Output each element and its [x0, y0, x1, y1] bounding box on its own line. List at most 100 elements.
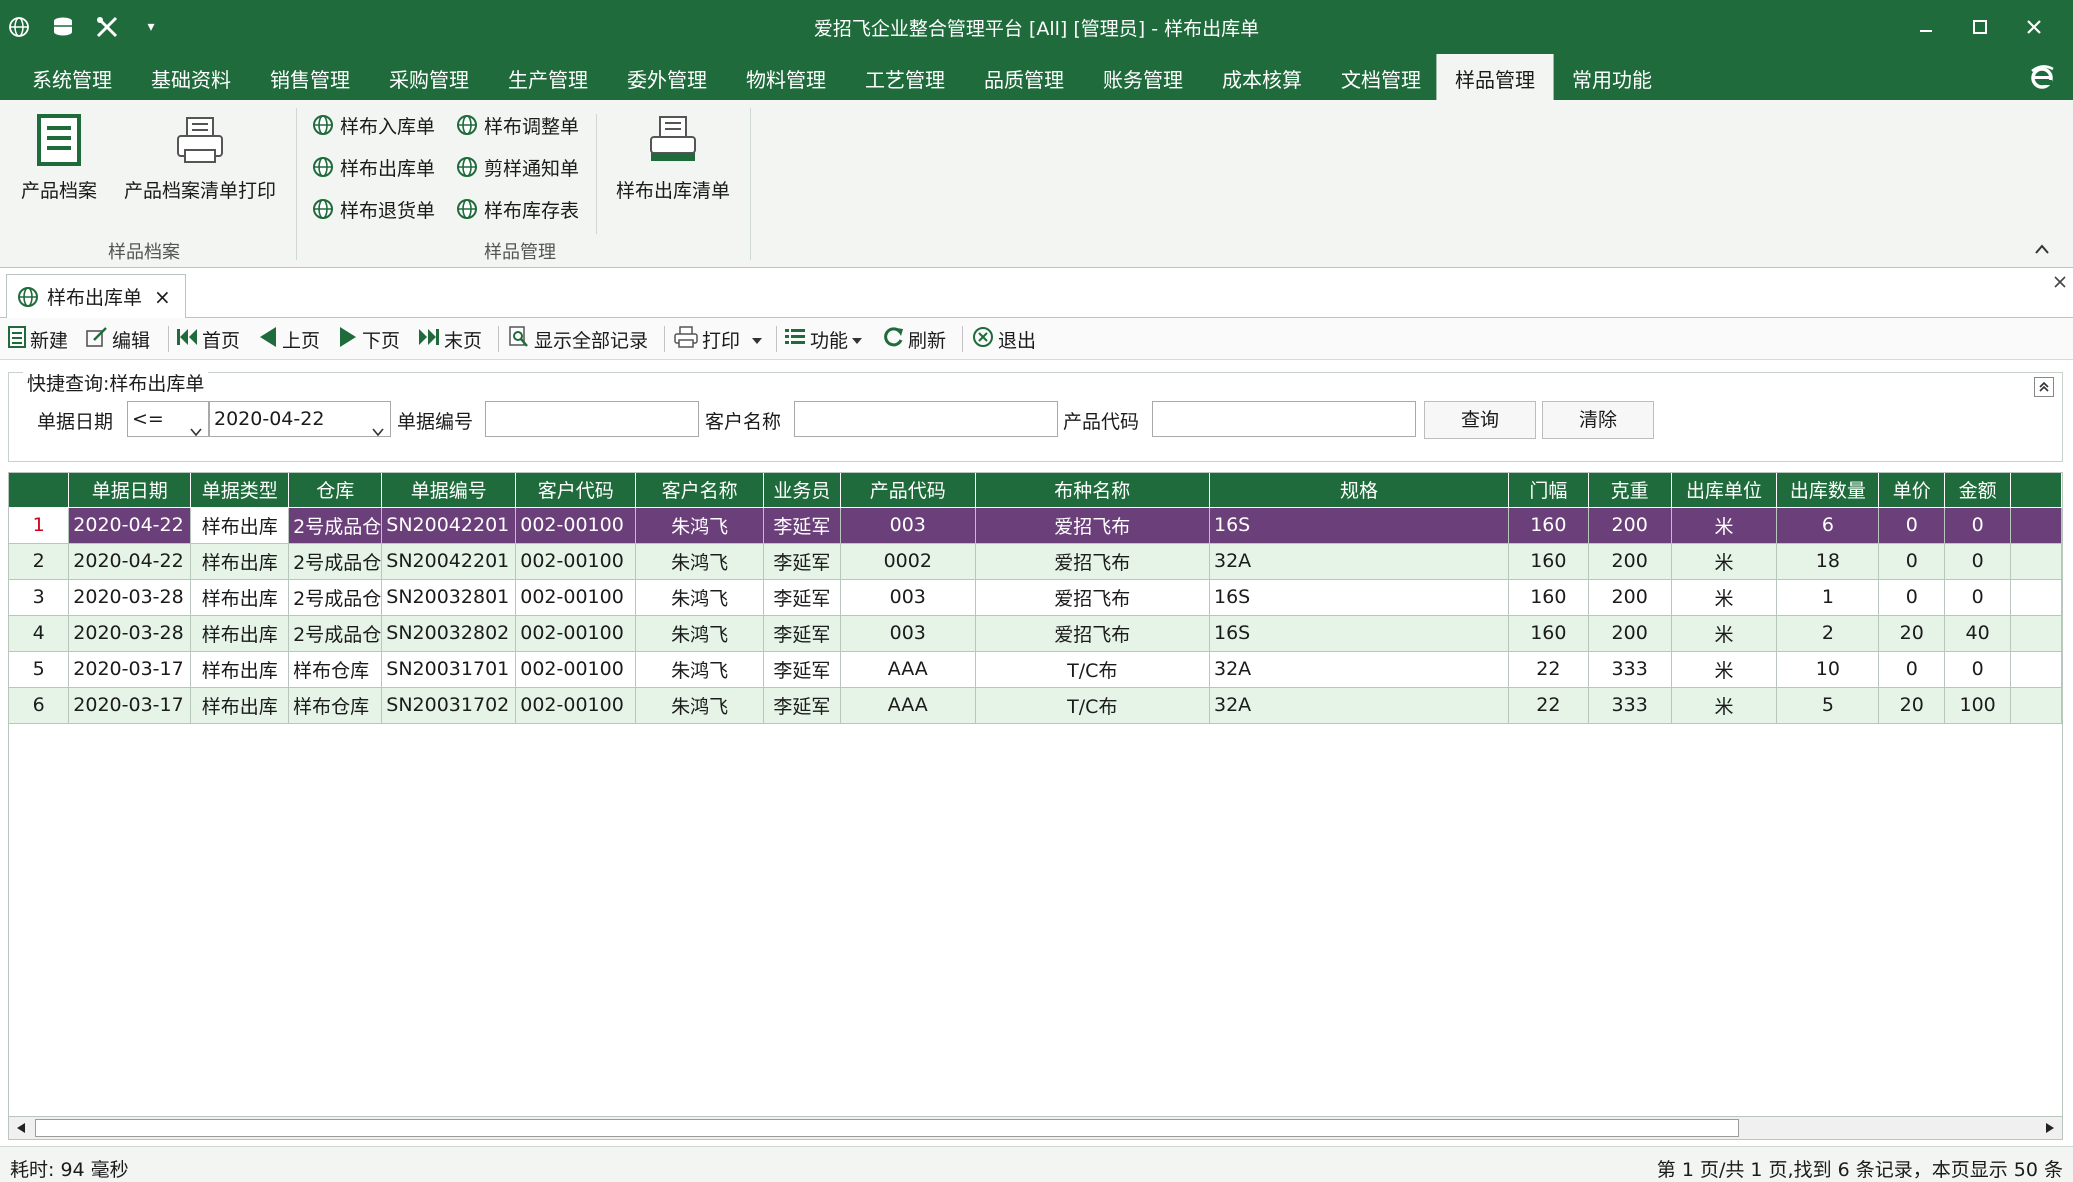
table-cell[interactable]: 003	[840, 507, 976, 544]
table-cell[interactable]: 6	[1776, 507, 1880, 544]
table-cell[interactable]: 米	[1671, 543, 1778, 580]
column-header[interactable]: 克重	[1588, 473, 1672, 508]
table-cell[interactable]: 李延军	[763, 543, 841, 580]
table-row[interactable]: 4 2020-03-28 样布出库 2号成品仓 SN20032802 002-00100 朱…	[9, 615, 2062, 652]
column-header[interactable]: 单据类型	[190, 473, 290, 508]
scrollbar-thumb[interactable]	[35, 1119, 1739, 1137]
tab-cost[interactable]: 成本核算	[1210, 54, 1314, 100]
table-cell[interactable]: 朱鸿飞	[635, 615, 764, 652]
table-cell[interactable]: 样布出库	[190, 543, 290, 580]
table-cell[interactable]: 米	[1671, 651, 1778, 688]
table-cell[interactable]: 0	[1944, 543, 2012, 580]
table-cell[interactable]: 2020-04-22	[68, 507, 192, 544]
table-row[interactable]: 2 2020-04-22 样布出库 2号成品仓 SN20042201 002-00100 朱…	[9, 543, 2062, 580]
row-number[interactable]: 2	[9, 543, 70, 580]
table-cell[interactable]: 160	[1508, 543, 1589, 580]
sample-outbound-list-button[interactable]: 样布出库清单	[610, 110, 736, 203]
table-cell[interactable]: 0	[1944, 651, 2012, 688]
table-cell[interactable]: 米	[1671, 615, 1778, 652]
table-cell[interactable]: SN20031702	[381, 687, 517, 724]
minimize-button[interactable]	[1906, 10, 1946, 44]
table-cell[interactable]: 32A	[1209, 543, 1509, 580]
table-cell[interactable]: 22	[1508, 651, 1589, 688]
browser-icon[interactable]	[2025, 60, 2059, 94]
row-number-header[interactable]	[9, 473, 70, 508]
table-cell[interactable]: 2	[1776, 615, 1880, 652]
tab-sales[interactable]: 销售管理	[258, 54, 362, 100]
table-cell[interactable]: 0	[1944, 579, 2012, 616]
table-cell[interactable]: 样布出库	[190, 687, 290, 724]
column-header[interactable]: 规格	[1209, 473, 1509, 508]
table-cell[interactable]: 1	[1776, 579, 1880, 616]
sample-stock-button[interactable]: 样布库存表	[456, 194, 579, 224]
table-cell[interactable]: 5	[1776, 687, 1880, 724]
table-cell[interactable]: T/C布	[975, 651, 1210, 688]
table-cell[interactable]: 160	[1508, 507, 1589, 544]
clear-button[interactable]: 清除	[1542, 401, 1654, 439]
table-cell[interactable]: AAA	[840, 687, 976, 724]
table-cell[interactable]: 朱鸿飞	[635, 507, 764, 544]
table-cell[interactable]: 2020-04-22	[68, 543, 192, 580]
doc-tab-sample-outbound[interactable]: 样布出库单 ×	[6, 274, 186, 318]
column-header[interactable]: 产品代码	[840, 473, 976, 508]
close-all-tabs-icon[interactable]	[2053, 270, 2067, 294]
table-cell[interactable]: 20	[1878, 615, 1946, 652]
table-cell[interactable]: 2020-03-17	[68, 687, 192, 724]
table-cell[interactable]: 200	[1588, 507, 1672, 544]
table-cell[interactable]: 002-00100	[515, 507, 637, 544]
table-cell[interactable]: 米	[1671, 507, 1778, 544]
table-cell[interactable]: 样布出库	[190, 579, 290, 616]
exit-button[interactable]: 退出	[972, 324, 1036, 354]
table-cell[interactable]: 003	[840, 615, 976, 652]
table-cell[interactable]: 20	[1878, 687, 1946, 724]
table-row[interactable]: 5 2020-03-17 样布出库 样布仓库 SN20031701 002-00100 朱鸿…	[9, 651, 2062, 688]
product-code-input[interactable]	[1152, 401, 1416, 437]
row-number[interactable]: 5	[9, 651, 70, 688]
tab-materials[interactable]: 物料管理	[734, 54, 838, 100]
table-cell[interactable]: 200	[1588, 543, 1672, 580]
next-page-button[interactable]: 下页	[338, 324, 400, 354]
table-cell[interactable]: SN20032802	[381, 615, 517, 652]
table-cell[interactable]: 李延军	[763, 579, 841, 616]
sample-outbound-button[interactable]: 样布出库单	[312, 152, 435, 182]
row-number[interactable]: 1	[9, 507, 70, 544]
sample-inbound-button[interactable]: 样布入库单	[312, 110, 435, 140]
sample-adjust-button[interactable]: 样布调整单	[456, 110, 579, 140]
table-cell[interactable]: 002-00100	[515, 651, 637, 688]
tab-documents[interactable]: 文档管理	[1329, 54, 1433, 100]
table-cell[interactable]: 10	[1776, 651, 1880, 688]
table-row[interactable]: 1 2020-04-22 样布出库 2号成品仓 SN20042201 002-00100 朱…	[9, 507, 2062, 544]
table-cell[interactable]: 002-00100	[515, 687, 637, 724]
tab-purchase[interactable]: 采购管理	[377, 54, 481, 100]
row-number[interactable]: 6	[9, 687, 70, 724]
table-cell[interactable]: 0	[1878, 579, 1946, 616]
table-cell[interactable]: 0	[1878, 651, 1946, 688]
table-cell[interactable]: 0	[1878, 543, 1946, 580]
table-cell[interactable]: 米	[1671, 687, 1778, 724]
function-menu-button[interactable]: 功能	[784, 324, 863, 354]
maximize-button[interactable]	[1960, 10, 2000, 44]
column-header[interactable]: 布种名称	[975, 473, 1210, 508]
table-cell[interactable]: 003	[840, 579, 976, 616]
customer-name-input[interactable]	[794, 401, 1058, 437]
tab-samples[interactable]: 样品管理	[1436, 54, 1554, 100]
tab-accounts[interactable]: 账务管理	[1091, 54, 1195, 100]
table-cell[interactable]: 李延军	[763, 615, 841, 652]
table-cell[interactable]: 002-00100	[515, 615, 637, 652]
table-cell[interactable]: 爱招飞布	[975, 579, 1210, 616]
table-cell[interactable]: 100	[1944, 687, 2012, 724]
table-cell[interactable]: 16S	[1209, 615, 1509, 652]
table-cell[interactable]: 2号成品仓	[288, 543, 383, 580]
tab-outsourcing[interactable]: 委外管理	[615, 54, 719, 100]
table-cell[interactable]: 样布仓库	[288, 651, 383, 688]
column-header[interactable]: 单据编号	[381, 473, 517, 508]
table-row[interactable]: 6 2020-03-17 样布出库 样布仓库 SN20031702 002-00100 朱鸿…	[9, 687, 2062, 724]
column-header[interactable]: 单据日期	[68, 473, 192, 508]
new-button[interactable]: 新建	[8, 324, 68, 354]
table-cell[interactable]: 0	[1944, 507, 2012, 544]
table-cell[interactable]: 333	[1588, 651, 1672, 688]
table-cell[interactable]: 333	[1588, 687, 1672, 724]
table-cell[interactable]: 样布出库	[190, 615, 290, 652]
tab-system[interactable]: 系统管理	[20, 54, 124, 100]
table-cell[interactable]: 样布出库	[190, 507, 290, 544]
